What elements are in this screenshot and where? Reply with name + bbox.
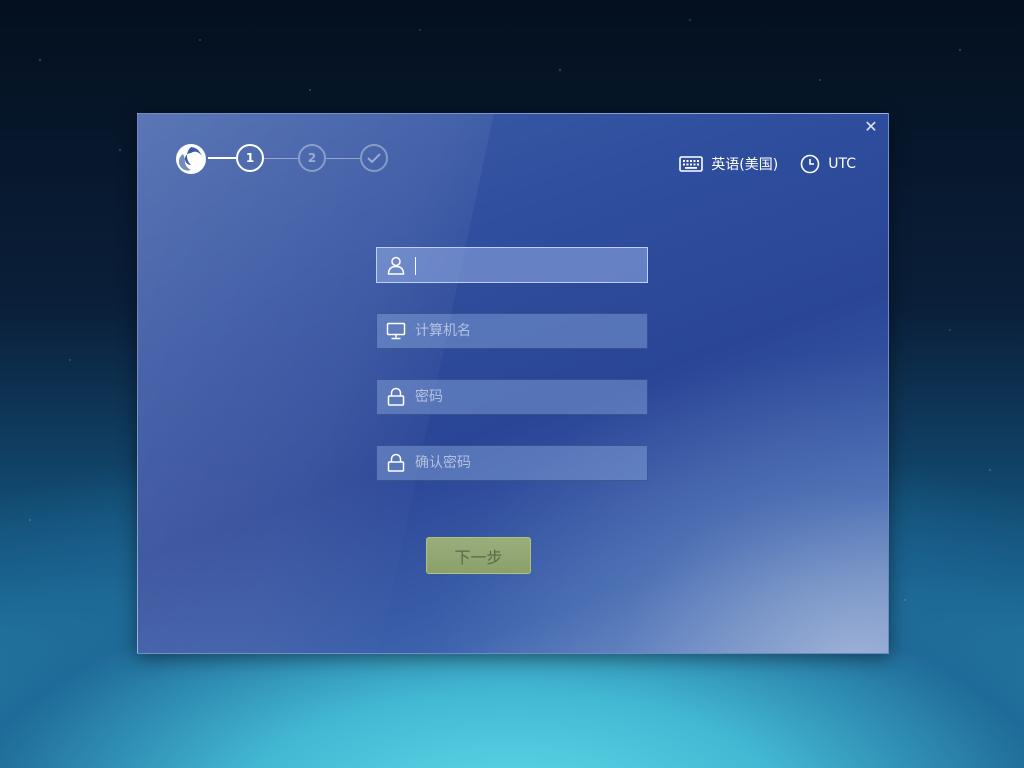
distro-logo-icon [176,144,206,174]
hostname-field[interactable] [376,313,648,349]
password-input[interactable] [415,380,647,414]
step-connector [264,158,298,159]
step-indicator: 1 2 [174,142,404,176]
password-field[interactable] [376,379,648,415]
keyboard-layout-label: 英语(美国) [711,157,779,173]
computer-icon [377,322,415,340]
top-right-controls: 英语(美国) UTC [657,154,856,174]
user-icon [377,255,415,275]
next-button[interactable]: 下一步 [426,537,531,574]
timezone-selector[interactable]: UTC [800,154,856,174]
clock-icon [800,154,820,174]
step-connector [326,158,360,159]
hostname-input[interactable] [415,314,647,348]
username-input[interactable] [415,248,647,282]
keyboard-layout-selector[interactable]: 英语(美国) [679,154,778,174]
check-icon [367,153,381,164]
timezone-label: UTC [828,156,856,172]
step-done [360,144,388,172]
text-caret [415,257,416,275]
keyboard-icon [679,156,704,172]
confirm-password-field[interactable] [376,445,648,481]
lock-icon [377,387,415,407]
step-2: 2 [298,144,326,172]
close-button[interactable]: ✕ [862,118,880,136]
step-connector [208,157,236,159]
confirm-password-input[interactable] [415,446,647,480]
username-field[interactable] [376,247,648,283]
step-1: 1 [236,144,264,172]
lock-icon [377,453,415,473]
installer-dialog: ✕ 1 2 英语(美国) UTC 计算机名 下一步 [137,113,889,654]
